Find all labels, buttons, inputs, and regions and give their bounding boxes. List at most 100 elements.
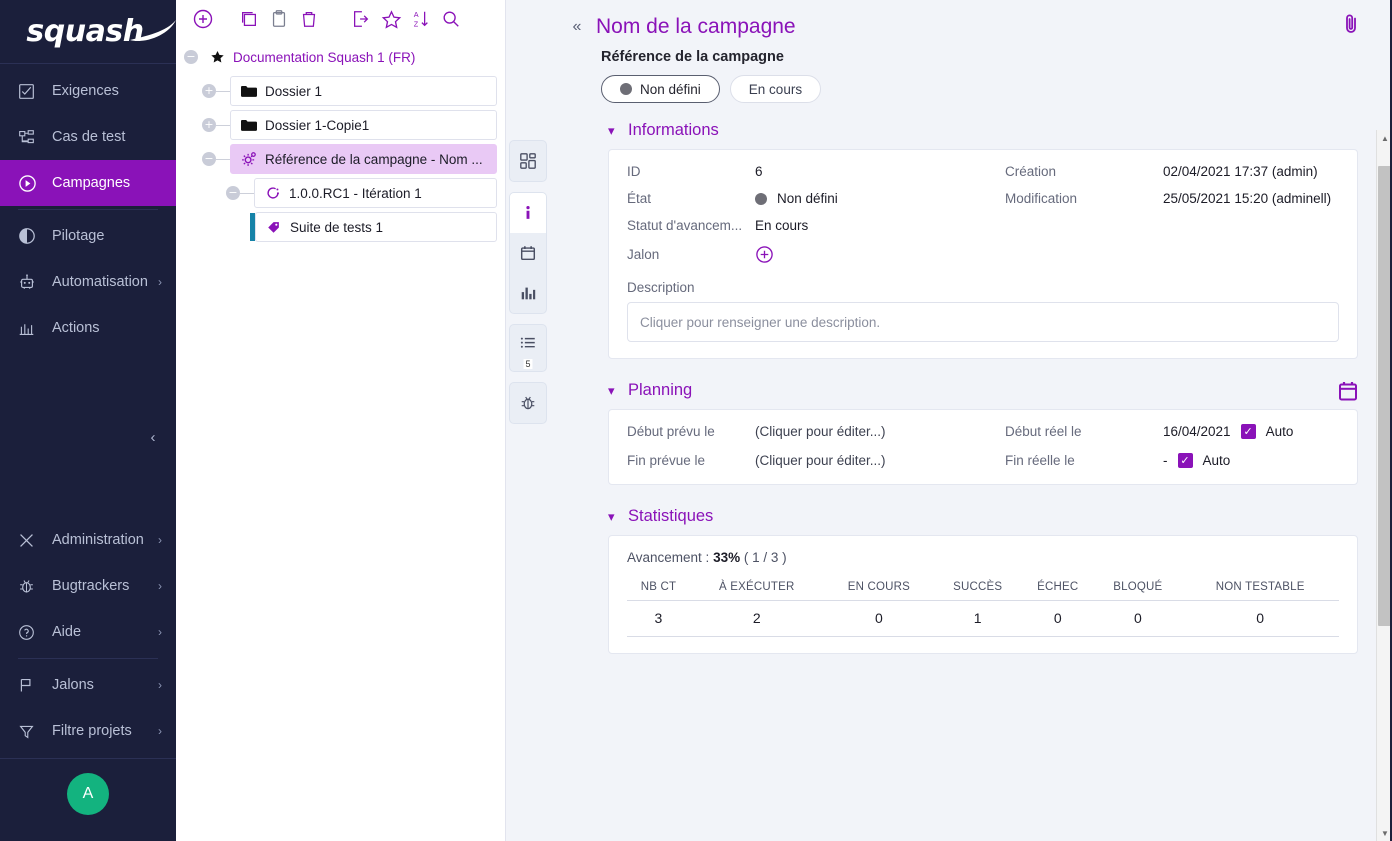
- user-avatar-area[interactable]: A: [0, 758, 176, 835]
- chevron-right-icon: ›: [158, 533, 162, 547]
- tree-toggle[interactable]: −: [226, 186, 240, 200]
- add-icon[interactable]: [188, 4, 218, 34]
- avancement-percent: 33%: [713, 550, 740, 565]
- val-bloque: 0: [1094, 601, 1181, 637]
- field-label-statut: Statut d'avancem...: [627, 218, 755, 233]
- sidebar-item-automatisation[interactable]: Automatisation ›: [0, 259, 176, 305]
- tree-node-root[interactable]: Documentation Squash 1 (FR): [208, 42, 497, 72]
- sort-az-icon[interactable]: AZ: [406, 4, 436, 34]
- tag-icon: [266, 219, 282, 235]
- delete-icon[interactable]: [294, 4, 324, 34]
- sidebar-collapse-button[interactable]: ‹: [140, 424, 166, 450]
- status-pill-en-cours[interactable]: En cours: [730, 75, 821, 103]
- paperclip-icon[interactable]: [1336, 8, 1368, 40]
- tree-toggle[interactable]: −: [202, 152, 216, 166]
- sidebar-item-campagnes[interactable]: Campagnes: [0, 160, 176, 206]
- list-icon[interactable]: 5: [509, 325, 547, 371]
- list-count-badge: 5: [523, 359, 532, 369]
- copy-icon[interactable]: [234, 4, 264, 34]
- chevron-down-icon[interactable]: ▾: [608, 383, 620, 399]
- tree-node-iteration[interactable]: 1.0.0.RC1 - Itération 1: [254, 178, 497, 208]
- field-value-fin-prevue[interactable]: (Cliquer pour éditer...): [755, 453, 1005, 468]
- chevron-left-icon: ‹: [151, 429, 156, 446]
- export-icon[interactable]: [346, 4, 376, 34]
- col-echec: ÉCHEC: [1021, 577, 1094, 601]
- auto-checkbox-fin[interactable]: ✓: [1178, 453, 1193, 468]
- sidebar-item-exigences[interactable]: Exigences: [0, 68, 176, 114]
- star-icon: [210, 50, 225, 65]
- tree-toggle[interactable]: +: [202, 84, 216, 98]
- page-title: Nom de la campagne: [596, 15, 796, 39]
- col-succes: SUCCÈS: [934, 577, 1021, 601]
- field-value-debut-prevu[interactable]: (Cliquer pour éditer...): [755, 424, 1005, 439]
- field-label-debut-reel: Début réel le: [1005, 424, 1163, 439]
- sidebar-item-bugtrackers[interactable]: Bugtrackers ›: [0, 563, 176, 609]
- tree-body: − Documentation Squash 1 (FR) + Dos: [176, 38, 505, 246]
- add-circle-icon[interactable]: [755, 245, 774, 264]
- sidebar-item-label: Filtre projets: [52, 723, 132, 739]
- auto-label-debut: Auto: [1266, 424, 1294, 439]
- val-nb-ct: 3: [627, 601, 690, 637]
- tree-node-dossier-1-copie1[interactable]: Dossier 1-Copie1: [230, 110, 497, 140]
- search-icon[interactable]: [436, 4, 466, 34]
- sidebar-item-actions[interactable]: Actions: [0, 305, 176, 351]
- auto-checkbox-debut[interactable]: ✓: [1241, 424, 1256, 439]
- description-input[interactable]: Cliquer pour renseigner une description.: [627, 302, 1339, 342]
- sidebar-main-nav: Exigences Cas de test Campagnes Pilo: [0, 64, 176, 351]
- tree-toolbar: AZ: [176, 0, 505, 38]
- section-header-planning: ▾ Planning: [608, 381, 1358, 400]
- tree-node-label: Référence de la campagne - Nom ...: [265, 152, 483, 167]
- sidebar-item-administration[interactable]: Administration ›: [0, 517, 176, 563]
- tree-toggle[interactable]: +: [202, 118, 216, 132]
- tree-node-campagne[interactable]: Référence de la campagne - Nom ...: [230, 144, 497, 174]
- tree-node-label: Documentation Squash 1 (FR): [233, 50, 415, 65]
- tree-node-dossier-1[interactable]: Dossier 1: [230, 76, 497, 106]
- avatar[interactable]: A: [67, 773, 109, 815]
- sidebar-item-label: Administration: [52, 532, 144, 548]
- informations-fields: ID 6 Création 02/04/2021 17:37 (admin) É…: [627, 164, 1339, 264]
- col-a-executer: À EXÉCUTER: [690, 577, 824, 601]
- sidebar-divider-1: [18, 209, 158, 210]
- status-pill-non-defini[interactable]: Non défini: [601, 75, 720, 103]
- content-header: « Nom de la campagne Référence de la cam…: [550, 0, 1392, 103]
- status-pill-label: Non défini: [640, 82, 701, 97]
- paste-icon[interactable]: [264, 4, 294, 34]
- rail-group-list: 5: [509, 324, 547, 372]
- calendar-icon[interactable]: [509, 233, 547, 273]
- app-logo[interactable]: squash: [0, 0, 176, 64]
- field-value-etat-text: Non défini: [777, 191, 838, 206]
- sidebar-item-aide[interactable]: Aide ›: [0, 609, 176, 655]
- chevron-right-icon: ›: [158, 678, 162, 692]
- field-value-creation: 02/04/2021 17:37 (admin): [1163, 164, 1339, 179]
- dashboard-icon[interactable]: [509, 141, 547, 181]
- bar-chart-icon[interactable]: [509, 273, 547, 313]
- sidebar-item-pilotage[interactable]: Pilotage: [0, 213, 176, 259]
- logo-text: squash: [26, 14, 143, 49]
- info-icon[interactable]: [509, 193, 547, 233]
- avancement-ratio: ( 1 / 3 ): [740, 550, 787, 565]
- sidebar-item-label: Cas de test: [52, 129, 125, 145]
- section-title: Informations: [628, 121, 719, 140]
- tree-node-suite-de-tests[interactable]: Suite de tests 1: [255, 212, 497, 242]
- panel-collapse-button[interactable]: «: [564, 14, 590, 40]
- sidebar-item-label: Automatisation: [52, 274, 148, 290]
- pie-chart-icon: [18, 227, 44, 245]
- sidebar-item-filtre-projets[interactable]: Filtre projets ›: [0, 708, 176, 754]
- chevron-right-icon: ›: [158, 625, 162, 639]
- chevron-double-left-icon: «: [573, 18, 582, 36]
- sidebar-item-label: Jalons: [52, 677, 94, 693]
- table-row: 3 2 0 1 0 0 0: [627, 601, 1339, 637]
- chevron-down-icon[interactable]: ▾: [608, 123, 620, 139]
- field-value-id: 6: [755, 164, 1005, 179]
- tree-toggle-root[interactable]: −: [184, 50, 198, 64]
- favorite-star-icon[interactable]: [376, 4, 406, 34]
- content-icon-rail: 5: [506, 0, 550, 841]
- chevron-down-icon[interactable]: ▾: [608, 509, 620, 525]
- fin-reelle-date: -: [1163, 453, 1168, 468]
- bug-icon[interactable]: [509, 383, 547, 423]
- field-value-jalon: [755, 245, 1005, 264]
- sidebar-item-jalons[interactable]: Jalons ›: [0, 662, 176, 708]
- col-en-cours: EN COURS: [824, 577, 934, 601]
- calendar-icon[interactable]: [1338, 380, 1358, 401]
- sidebar-item-cas-de-test[interactable]: Cas de test: [0, 114, 176, 160]
